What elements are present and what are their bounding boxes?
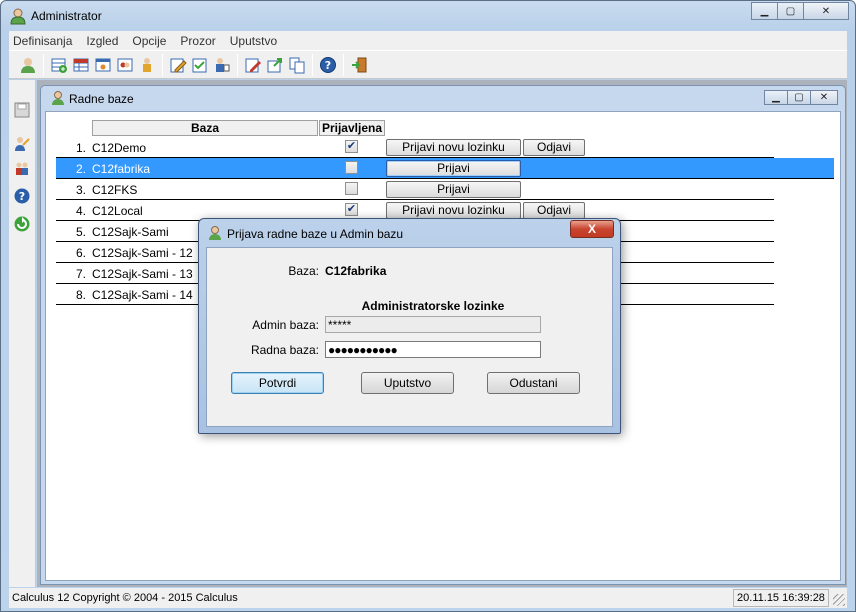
table-row[interactable]: 3. C12FKS Prijavi — [56, 179, 774, 200]
menu-definisanja[interactable]: Definisanja — [13, 34, 72, 48]
edit-page-icon[interactable] — [242, 54, 264, 76]
radna-baza-password-field[interactable]: ●●●●●●●●●●● — [325, 341, 541, 358]
maximize-button[interactable]: ▢ — [777, 2, 804, 20]
child-close-button[interactable]: ✕ — [810, 90, 838, 105]
table-row[interactable]: 1. C12Demo ✔ Prijavi novu lozinku Odjavi — [56, 137, 774, 158]
row-number: 4. — [75, 204, 86, 218]
odustani-button[interactable]: Odustani — [487, 372, 580, 394]
radna-baza-label: Radna baza: — [250, 343, 319, 357]
baza-value: C12fabrika — [325, 264, 387, 278]
user-edit-icon[interactable] — [211, 54, 233, 76]
exit-icon[interactable] — [348, 54, 370, 76]
toolbar-separator — [312, 53, 313, 76]
users-icon[interactable] — [114, 54, 136, 76]
section-title: Administratorske lozinke — [361, 299, 505, 313]
status-datetime: 20.11.15 16:39:28 — [733, 589, 829, 607]
child-window-title: Radne baze — [69, 92, 134, 106]
row-number: 7. — [75, 267, 86, 281]
close-button[interactable]: ✕ — [803, 2, 849, 20]
row-name: C12FKS — [92, 183, 138, 197]
row-name: C12Demo — [92, 141, 147, 155]
prijavi-novu-lozinku-button[interactable]: Prijavi novu lozinku — [386, 139, 521, 156]
row-number: 6. — [75, 246, 86, 260]
row-number: 2. — [75, 162, 86, 176]
prijavi-button[interactable]: Prijavi — [386, 181, 521, 198]
prijavi-novu-lozinku-button[interactable]: Prijavi novu lozinku — [386, 202, 521, 219]
odjavi-button[interactable]: Odjavi — [523, 202, 585, 219]
people-icon[interactable] — [12, 134, 32, 154]
title-bar[interactable]: Administrator ▁ ▢ ✕ — [1, 1, 855, 31]
svg-text:?: ? — [325, 59, 331, 72]
row-name: C12Sajk-Sami - 13 — [92, 267, 193, 281]
help-icon[interactable]: ? — [12, 186, 32, 206]
user-icon — [207, 225, 223, 241]
export-icon[interactable] — [264, 54, 286, 76]
copy-icon[interactable] — [286, 54, 308, 76]
menu-bar: Definisanja Izgled Opcije Prozor Uputstv… — [9, 31, 847, 50]
menu-uputstvo[interactable]: Uputstvo — [230, 34, 277, 48]
odjavi-button[interactable]: Odjavi — [523, 139, 585, 156]
prijavljena-checkbox[interactable]: ✔ — [345, 203, 358, 216]
row-name: C12Local — [92, 204, 143, 218]
table-icon[interactable] — [70, 54, 92, 76]
save-icon[interactable] — [12, 100, 32, 120]
left-toolbar: ? — [9, 80, 36, 587]
table-add-icon[interactable] — [48, 54, 70, 76]
row-name: C12Sajk-Sami — [92, 225, 169, 239]
toolbar-separator — [162, 53, 163, 76]
toolbar-separator — [237, 53, 238, 76]
people-group-icon[interactable] — [12, 158, 32, 178]
menu-izgled[interactable]: Izgled — [86, 34, 118, 48]
toolbar: ? — [9, 50, 847, 79]
admin-baza-label: Admin baza: — [252, 318, 319, 332]
uputstvo-button[interactable]: Uputstvo — [361, 372, 454, 394]
prijavi-button[interactable]: Prijavi — [386, 160, 521, 177]
edit-check-icon[interactable] — [189, 54, 211, 76]
prijavljena-checkbox[interactable] — [345, 182, 358, 195]
table-row-selected[interactable]: 2. C12fabrika Prijavi — [56, 158, 834, 179]
window-icon[interactable] — [92, 54, 114, 76]
status-bar: Calculus 12 Copyright © 2004 - 2015 Calc… — [9, 588, 847, 608]
minimize-button[interactable]: ▁ — [751, 2, 778, 20]
window-title: Administrator — [31, 9, 102, 23]
row-name: C12Sajk-Sami - 12 — [92, 246, 193, 260]
column-header-baza[interactable]: Baza — [92, 120, 318, 136]
user-icon[interactable] — [17, 54, 39, 76]
status-copyright: Calculus 12 Copyright © 2004 - 2015 Calc… — [12, 592, 238, 604]
login-dialog: Prijava radne baze u Admin bazu X Baza: … — [198, 218, 621, 434]
resize-grip[interactable] — [833, 594, 845, 606]
edit-icon[interactable] — [167, 54, 189, 76]
row-number: 5. — [75, 225, 86, 239]
baza-label: Baza: — [288, 264, 319, 278]
toolbar-separator — [343, 53, 344, 76]
help-icon[interactable]: ? — [317, 54, 339, 76]
menu-opcije[interactable]: Opcije — [132, 34, 166, 48]
person-icon[interactable] — [136, 54, 158, 76]
menu-prozor[interactable]: Prozor — [180, 34, 215, 48]
dialog-title: Prijava radne baze u Admin bazu — [227, 227, 404, 241]
column-header-prijavljena[interactable]: Prijavljena — [319, 120, 385, 136]
refresh-icon[interactable] — [12, 214, 32, 234]
potvrdi-button[interactable]: Potvrdi — [231, 372, 324, 394]
row-name: C12fabrika — [92, 162, 151, 176]
svg-text:?: ? — [19, 190, 25, 203]
row-number: 3. — [75, 183, 86, 197]
row-number: 8. — [75, 288, 86, 302]
toolbar-separator — [43, 53, 44, 76]
dialog-close-button[interactable]: X — [570, 220, 614, 238]
user-icon — [50, 90, 66, 106]
child-maximize-button[interactable]: ▢ — [787, 90, 811, 105]
row-name: C12Sajk-Sami - 14 — [92, 288, 193, 302]
prijavljena-checkbox[interactable]: ✔ — [345, 140, 358, 153]
row-number: 1. — [75, 141, 86, 155]
prijavljena-checkbox[interactable] — [345, 161, 358, 174]
admin-baza-password-field[interactable]: ***** — [325, 316, 541, 333]
user-icon — [9, 7, 27, 25]
child-minimize-button[interactable]: ▁ — [764, 90, 788, 105]
dialog-body: Baza: C12fabrika Administratorske lozink… — [206, 247, 613, 427]
